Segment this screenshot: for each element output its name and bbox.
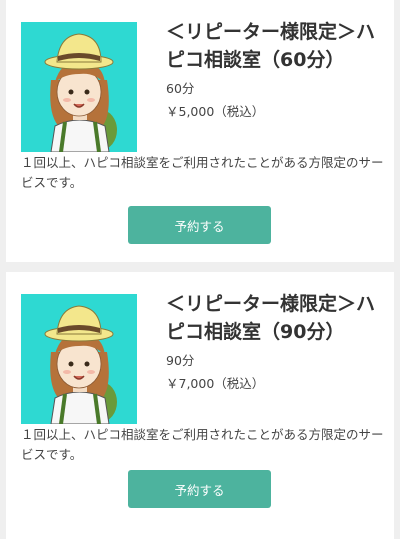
service-card: ＜リピーター様限定＞ハピコ相談室（90分） 90分 ￥7,000（税込） １回以… [6,272,394,539]
service-card: ＜リピーター様限定＞ハピコ相談室（60分） 60分 ￥5,000（税込） １回以… [6,0,394,262]
service-title: ＜リピーター様限定＞ハピコ相談室（90分） [166,293,376,343]
service-duration: 60分 [166,81,195,96]
reserve-button[interactable]: 予約する [128,470,271,508]
service-description: １回以上、ハピコ相談室をご利用されたことがある方限定のサービスです。 [21,427,384,462]
counselor-avatar-icon [44,305,117,424]
service-price: ￥7,000（税込） [166,376,265,391]
counselor-avatar-icon [44,33,117,152]
service-thumbnail[interactable] [21,294,137,424]
service-title: ＜リピーター様限定＞ハピコ相談室（60分） [166,21,376,71]
service-duration: 90分 [166,353,195,368]
service-list: ＜リピーター様限定＞ハピコ相談室（60分） 60分 ￥5,000（税込） １回以… [0,0,400,539]
service-description: １回以上、ハピコ相談室をご利用されたことがある方限定のサービスです。 [21,155,384,190]
reserve-button[interactable]: 予約する [128,206,271,244]
service-price: ￥5,000（税込） [166,104,265,119]
service-thumbnail[interactable] [21,22,137,152]
